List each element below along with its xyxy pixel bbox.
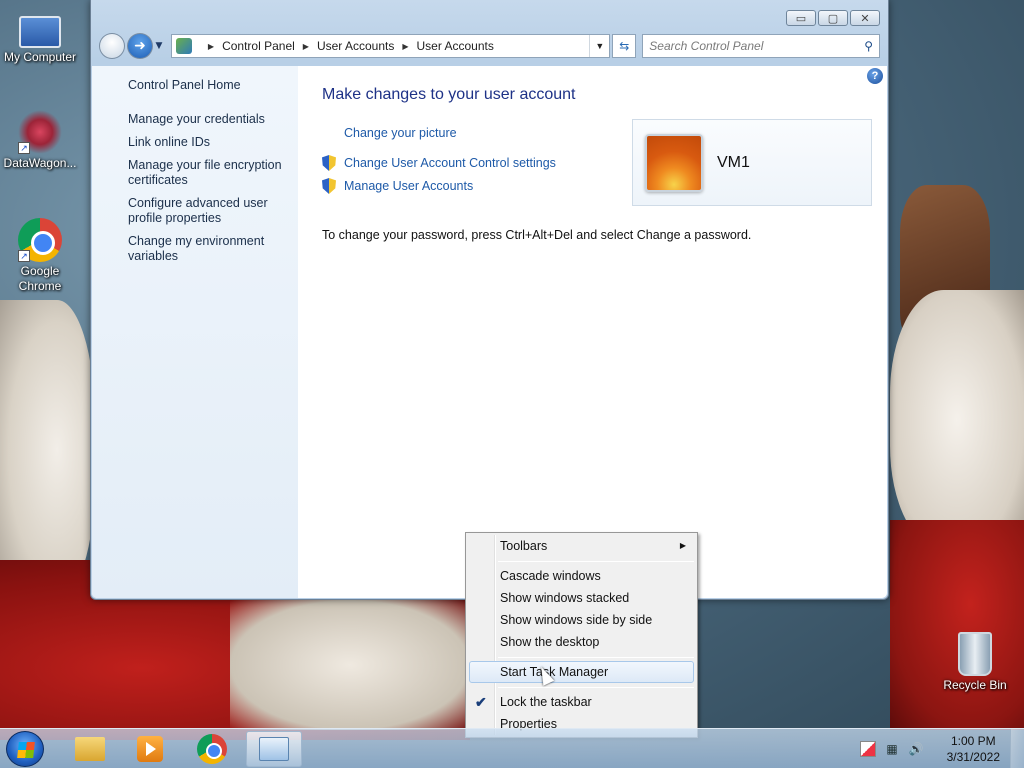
desktop-icon-label: Google Chrome: [18, 264, 62, 293]
recent-pages-dropdown[interactable]: ▼: [153, 41, 165, 51]
checkmark-icon: ✔: [475, 694, 487, 710]
sidebar-link-link-online-ids[interactable]: Link online IDs: [128, 135, 288, 150]
chevron-right-icon[interactable]: ▶: [303, 42, 309, 51]
taskbar-app-chrome[interactable]: [184, 731, 240, 767]
control-panel-icon: [259, 737, 289, 761]
back-button[interactable]: [99, 33, 125, 59]
task-label: Change User Account Control settings: [344, 156, 556, 170]
taskbar-context-menu: Toolbars ▶ Cascade windows Show windows …: [465, 532, 698, 738]
menu-item-show-windows-side-by-side[interactable]: Show windows side by side: [469, 609, 694, 631]
sidebar-link-control-panel-home[interactable]: Control Panel Home: [128, 78, 298, 92]
sidebar-link-advanced-profile[interactable]: Configure advanced user profile properti…: [128, 196, 288, 226]
desktop-icon-label: My Computer: [3, 50, 77, 64]
user-name: VM1: [717, 153, 750, 171]
taskbar-app-media-player[interactable]: [122, 731, 178, 767]
chrome-icon: [197, 734, 227, 764]
address-bar[interactable]: ▶ Control Panel ▶ User Accounts ▶ User A…: [170, 34, 611, 58]
background-fur-bottom: [230, 600, 470, 730]
desktop-icon-label: Recycle Bin: [943, 678, 1007, 692]
desktop-icon-recycle-bin[interactable]: Recycle Bin: [935, 632, 1015, 693]
computer-icon: [19, 16, 61, 48]
refresh-button[interactable]: ⇆: [612, 34, 637, 58]
uac-shield-icon: [322, 155, 336, 171]
taskbar-app-control-panel[interactable]: [246, 731, 302, 767]
clock-date: 3/31/2022: [946, 750, 1000, 764]
clock[interactable]: 1:00 PM 3/31/2022: [947, 733, 1000, 765]
sidebar-link-manage-credentials[interactable]: Manage your credentials: [128, 112, 288, 127]
system-tray: ▦ 🔊: [860, 741, 924, 757]
action-center-flag-icon[interactable]: [860, 741, 876, 757]
submenu-arrow-icon: ▶: [679, 541, 686, 550]
window-content: Control Panel Home Manage your credentia…: [92, 66, 887, 598]
task-change-picture[interactable]: Change your picture: [344, 126, 457, 140]
menu-separator: [498, 561, 694, 562]
menu-item-show-the-desktop[interactable]: Show the desktop: [469, 631, 694, 653]
sidebar-link-environment-variables[interactable]: Change my environment variables: [128, 234, 288, 264]
shortcut-arrow-icon: ↗: [18, 250, 30, 262]
taskbar-app-explorer[interactable]: [62, 731, 118, 767]
show-desktop-button[interactable]: [1010, 729, 1024, 768]
forward-button[interactable]: ➜: [126, 33, 153, 59]
desktop-icon-my-computer[interactable]: My Computer: [0, 8, 80, 65]
start-button[interactable]: [6, 731, 44, 767]
navigation-bar: ➜ ▼ ▶ Control Panel ▶ User Accounts ▶ Us…: [99, 32, 880, 60]
menu-item-toolbars[interactable]: Toolbars ▶: [469, 535, 694, 557]
taskbar[interactable]: ▦ 🔊 1:00 PM 3/31/2022: [0, 728, 1024, 768]
task-label: Change your picture: [344, 126, 457, 140]
menu-item-label: Lock the taskbar: [500, 695, 592, 709]
breadcrumb-user-accounts-current[interactable]: User Accounts: [416, 39, 493, 53]
media-player-icon: [137, 736, 163, 762]
background-fur-right: [890, 290, 1024, 550]
minimize-button[interactable]: ▭: [786, 10, 816, 26]
desktop-icon-label: DataWagon...: [3, 156, 77, 170]
page-title: Make changes to your user account: [322, 86, 576, 103]
chevron-right-icon[interactable]: ▶: [208, 42, 214, 51]
menu-item-label: Toolbars: [500, 539, 548, 553]
desktop-icon-datawagon[interactable]: ↗ DataWagon...: [0, 110, 80, 171]
folder-icon: [75, 737, 105, 761]
control-panel-window: ▭ ▢ ✕ ➜ ▼ ▶ Control Panel ▶ User Account…: [90, 0, 889, 600]
network-icon[interactable]: ▦: [884, 741, 900, 757]
address-dropdown-button[interactable]: ▼: [589, 35, 609, 57]
task-uac-settings[interactable]: Change User Account Control settings: [322, 155, 556, 171]
user-avatar[interactable]: [645, 133, 703, 192]
menu-separator: [498, 657, 694, 658]
recycle-bin-icon: [958, 632, 992, 676]
breadcrumb-control-panel[interactable]: Control Panel: [222, 39, 295, 53]
chrome-icon: ↗: [18, 218, 62, 262]
menu-item-show-windows-stacked[interactable]: Show windows stacked: [469, 587, 694, 609]
search-icon[interactable]: ⚲: [864, 39, 873, 53]
menu-item-cascade-windows[interactable]: Cascade windows: [469, 565, 694, 587]
background-coat-right: [890, 520, 1024, 730]
clock-time: 1:00 PM: [950, 734, 996, 748]
help-icon[interactable]: ?: [867, 68, 883, 84]
window-controls: ▭ ▢ ✕: [786, 10, 880, 26]
close-button[interactable]: ✕: [850, 10, 880, 26]
desktop-icon-google-chrome[interactable]: ↗ Google Chrome: [0, 218, 80, 294]
breadcrumb-user-accounts[interactable]: User Accounts: [317, 39, 394, 53]
windows-logo-icon: [17, 742, 35, 758]
menu-separator: [498, 687, 694, 688]
password-note: To change your password, press Ctrl+Alt+…: [322, 228, 752, 242]
main-panel: ? Make changes to your user account Chan…: [298, 66, 887, 598]
search-placeholder: Search Control Panel: [649, 39, 764, 53]
search-input[interactable]: Search Control Panel ⚲: [642, 34, 880, 58]
task-sidebar: Control Panel Home Manage your credentia…: [92, 66, 298, 598]
datawagon-icon: ↗: [18, 110, 62, 154]
menu-item-lock-the-taskbar[interactable]: ✔ Lock the taskbar: [469, 691, 694, 713]
sidebar-link-file-encryption[interactable]: Manage your file encryption certificates: [128, 158, 288, 188]
volume-icon[interactable]: 🔊: [908, 741, 924, 757]
user-account-card: VM1: [632, 119, 872, 206]
chevron-right-icon[interactable]: ▶: [402, 42, 408, 51]
background-fur-left: [0, 300, 95, 600]
shortcut-arrow-icon: ↗: [18, 142, 30, 154]
task-label: Manage User Accounts: [344, 179, 474, 193]
maximize-button[interactable]: ▢: [818, 10, 848, 26]
uac-shield-icon: [322, 178, 336, 194]
menu-item-start-task-manager[interactable]: Start Task Manager: [469, 661, 694, 683]
task-manage-accounts[interactable]: Manage User Accounts: [322, 178, 473, 194]
control-panel-icon: [175, 38, 192, 54]
